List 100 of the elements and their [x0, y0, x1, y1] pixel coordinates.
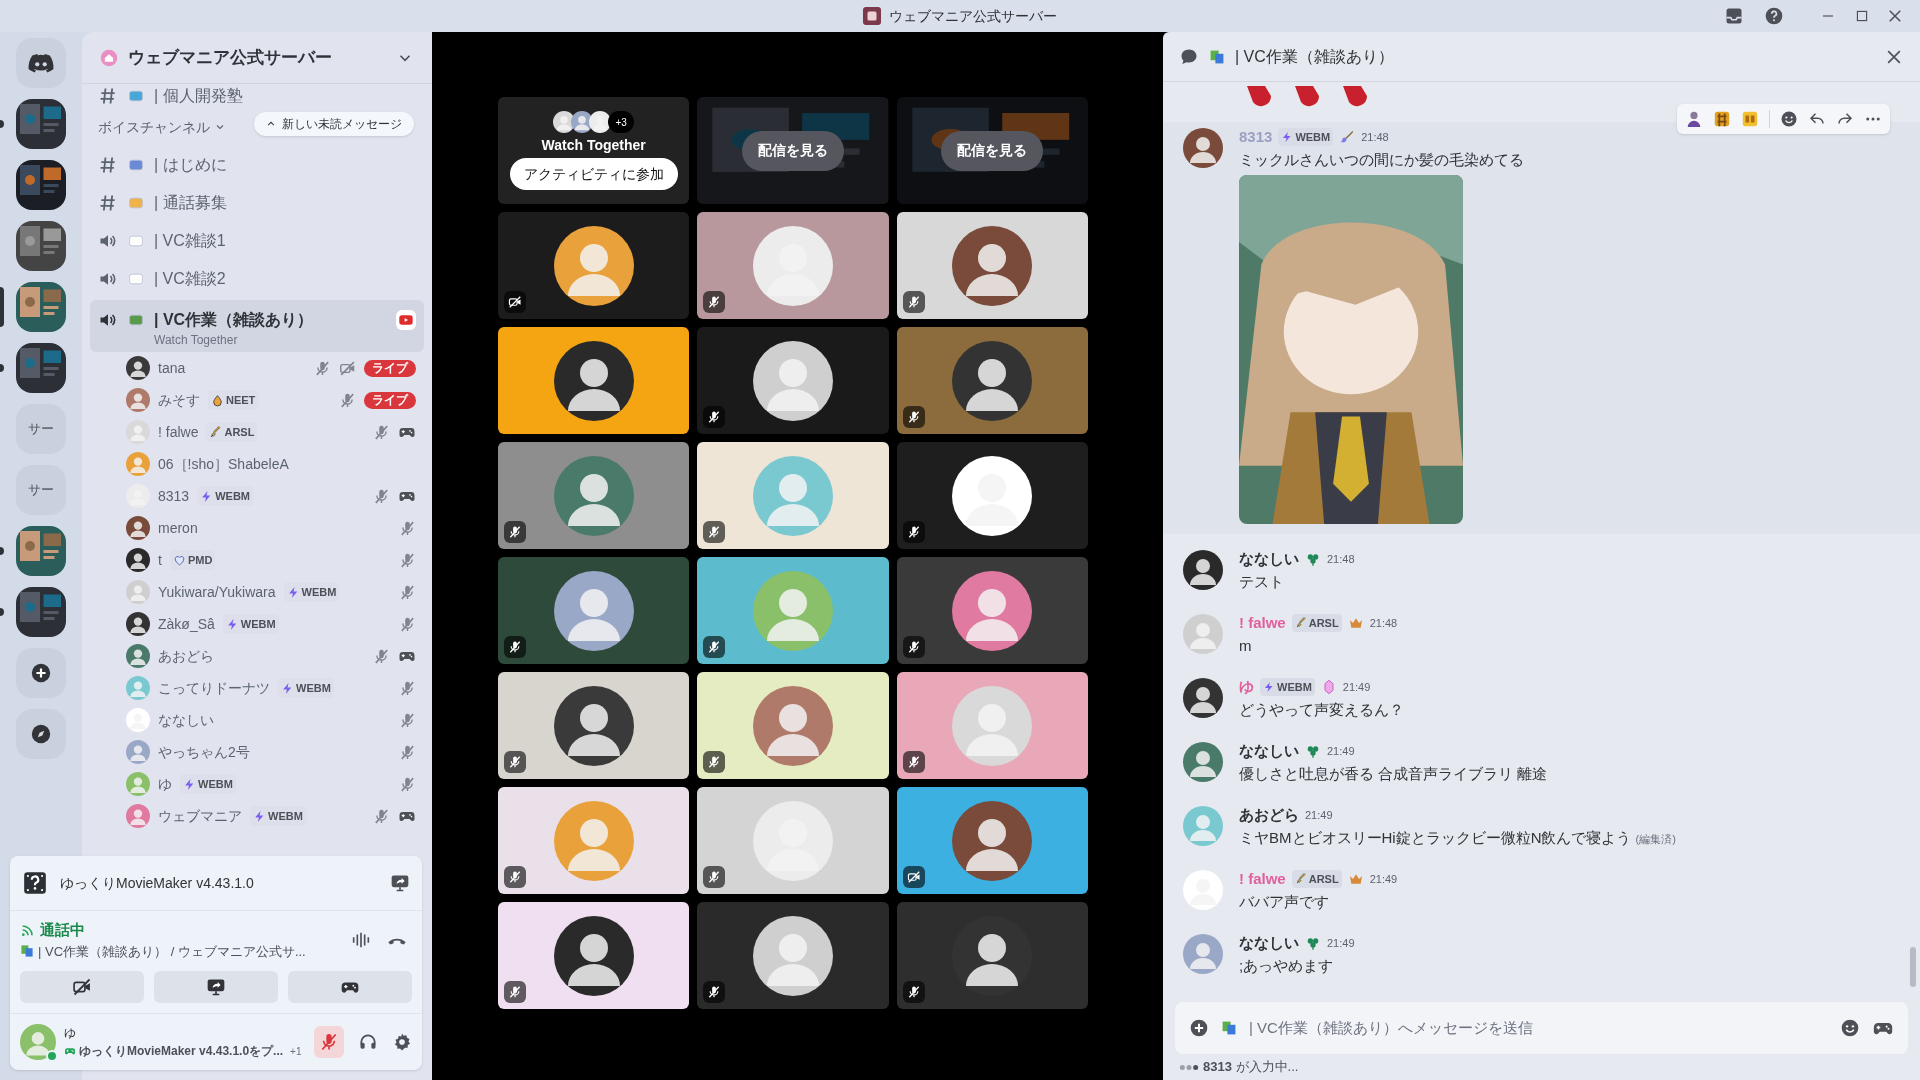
participant-tile[interactable] — [498, 902, 690, 1009]
participant-tile[interactable] — [896, 902, 1088, 1009]
join-activity-button[interactable]: アクティビティに参加 — [509, 158, 678, 190]
server-tag[interactable]: ARSL — [1291, 870, 1342, 889]
participant-tile[interactable] — [498, 327, 690, 434]
scrollbar-thumb[interactable] — [1910, 947, 1916, 987]
activity-tile[interactable]: +3 Watch Together アクティビティに参加 — [498, 97, 690, 204]
author-name[interactable]: あおどら — [1239, 804, 1299, 827]
channel-item[interactable]: | VC雑談1 — [90, 222, 424, 260]
channel-item[interactable]: | 個人開発塾 — [90, 84, 424, 108]
member-name[interactable]: tana — [158, 357, 186, 379]
participant-tile[interactable] — [498, 672, 690, 779]
channel-item[interactable]: | はじめに — [90, 146, 424, 184]
participant-tile[interactable] — [498, 442, 690, 549]
server-button[interactable] — [16, 282, 66, 332]
message-input[interactable]: | VC作業（雑談あり）へメッセージを送信 — [1249, 1016, 1828, 1040]
member-name[interactable]: こってりドーナツ — [158, 677, 270, 699]
member-name[interactable]: ウェブマニア — [158, 805, 242, 827]
member-name[interactable]: やっちゃん2号 — [158, 741, 250, 763]
participant-tile[interactable] — [498, 787, 690, 894]
participant-tile[interactable] — [896, 557, 1088, 664]
participant-tile[interactable] — [697, 557, 889, 664]
channel-item[interactable]: | 通話募集 — [90, 184, 424, 222]
author-name[interactable]: ななしい — [1239, 548, 1299, 571]
member-name[interactable]: 8313 — [158, 485, 190, 507]
participant-tile[interactable] — [498, 212, 690, 319]
participant-tile[interactable] — [896, 672, 1088, 779]
activity-button[interactable] — [288, 971, 412, 1003]
participant-tile[interactable] — [697, 212, 889, 319]
category-name[interactable]: ボイスチャンネル — [98, 116, 210, 138]
participant-tile[interactable] — [896, 212, 1088, 319]
participant-tile[interactable] — [896, 442, 1088, 549]
watch-together-icon[interactable] — [396, 310, 416, 330]
reaction-icon[interactable] — [1713, 110, 1731, 128]
server-tag[interactable]: PMD — [169, 550, 216, 570]
channel-item[interactable]: | VC作業（雑談あり） Watch Together — [90, 300, 424, 352]
server-tag[interactable]: WEBM — [197, 486, 253, 506]
watch-stream-button[interactable]: 配信を見る — [941, 130, 1044, 171]
close-icon[interactable] — [1886, 7, 1904, 25]
channel-item[interactable]: | VC雑談2 — [90, 260, 424, 298]
add-reaction-icon[interactable] — [1780, 110, 1798, 128]
screen-share-icon[interactable] — [390, 873, 410, 893]
screen-share-button[interactable] — [154, 971, 278, 1003]
inbox-icon[interactable] — [1724, 6, 1744, 26]
server-tag[interactable]: WEBM — [283, 582, 340, 602]
member-name[interactable]: Zàkø_Sâ — [158, 613, 215, 635]
watch-stream-button[interactable]: 配信を見る — [742, 130, 844, 171]
server-button[interactable] — [16, 526, 66, 576]
server-button[interactable]: サー — [16, 465, 66, 515]
server-tag[interactable]: WEBM — [1260, 678, 1315, 697]
member-name[interactable]: ななしい — [158, 709, 214, 731]
participant-tile[interactable] — [697, 787, 889, 894]
author-name[interactable]: ななしい — [1239, 932, 1299, 955]
participant-tile[interactable] — [697, 902, 889, 1009]
member-name[interactable]: Yukiwara/Yukiwara — [158, 581, 276, 603]
participant-tile[interactable] — [697, 327, 889, 434]
reaction-icon[interactable] — [1685, 110, 1703, 128]
camera-button[interactable] — [20, 971, 144, 1003]
server-button[interactable]: サー — [16, 404, 66, 454]
home-button[interactable] — [16, 38, 66, 88]
participant-tile[interactable] — [697, 672, 889, 779]
new-messages-pill[interactable]: 新しい未読メッセージ — [254, 112, 414, 136]
participant-tile[interactable] — [896, 787, 1088, 894]
message-bar[interactable]: | VC作業（雑談あり）へメッセージを送信 — [1175, 1002, 1908, 1054]
server-tag[interactable]: WEBM — [180, 774, 236, 794]
server-button[interactable] — [16, 221, 66, 271]
member-name[interactable]: ! falwe — [158, 421, 199, 443]
server-button[interactable] — [16, 343, 66, 393]
participant-tile[interactable] — [896, 327, 1088, 434]
voice-status[interactable]: 通話中 — [40, 919, 85, 942]
settings-icon[interactable] — [392, 1032, 412, 1052]
server-name[interactable]: ウェブマニア公式サーバー — [128, 44, 386, 71]
server-button[interactable] — [16, 587, 66, 637]
server-tag[interactable]: ARSL — [206, 422, 258, 442]
member-name[interactable]: 06［!sho］ShabeleA — [158, 453, 289, 475]
headphones-icon[interactable] — [358, 1032, 378, 1052]
author-name[interactable]: ななしい — [1239, 740, 1299, 763]
upload-icon[interactable] — [1189, 1018, 1209, 1038]
server-button[interactable] — [16, 160, 66, 210]
help-icon[interactable] — [1764, 6, 1784, 26]
emoji-icon[interactable] — [1840, 1018, 1860, 1038]
server-tag[interactable]: ARSL — [1291, 614, 1342, 633]
voice-channel[interactable]: | VC作業（雑談あり） / ウェブマニア公式サ... — [38, 941, 306, 961]
participant-tile[interactable] — [498, 557, 690, 664]
member-name[interactable]: あおどら — [158, 645, 214, 667]
server-button[interactable] — [16, 99, 66, 149]
server-tag[interactable]: WEBM — [222, 614, 279, 634]
server-tag[interactable]: WEBM — [250, 806, 306, 826]
server-tag[interactable]: WEBM — [1278, 128, 1334, 147]
discover-button[interactable] — [16, 709, 66, 759]
server-tag[interactable]: NEET — [208, 390, 259, 410]
reaction-icon[interactable] — [1741, 110, 1759, 128]
mute-button[interactable] — [314, 1026, 344, 1058]
member-name[interactable]: t — [158, 549, 162, 571]
member-name[interactable]: ゆ — [158, 773, 172, 795]
add-server-button[interactable] — [16, 648, 66, 698]
server-tag[interactable]: WEBM — [278, 678, 334, 698]
member-name[interactable]: みそす — [158, 389, 200, 411]
member-name[interactable]: meron — [158, 517, 198, 539]
participant-tile[interactable] — [697, 442, 889, 549]
